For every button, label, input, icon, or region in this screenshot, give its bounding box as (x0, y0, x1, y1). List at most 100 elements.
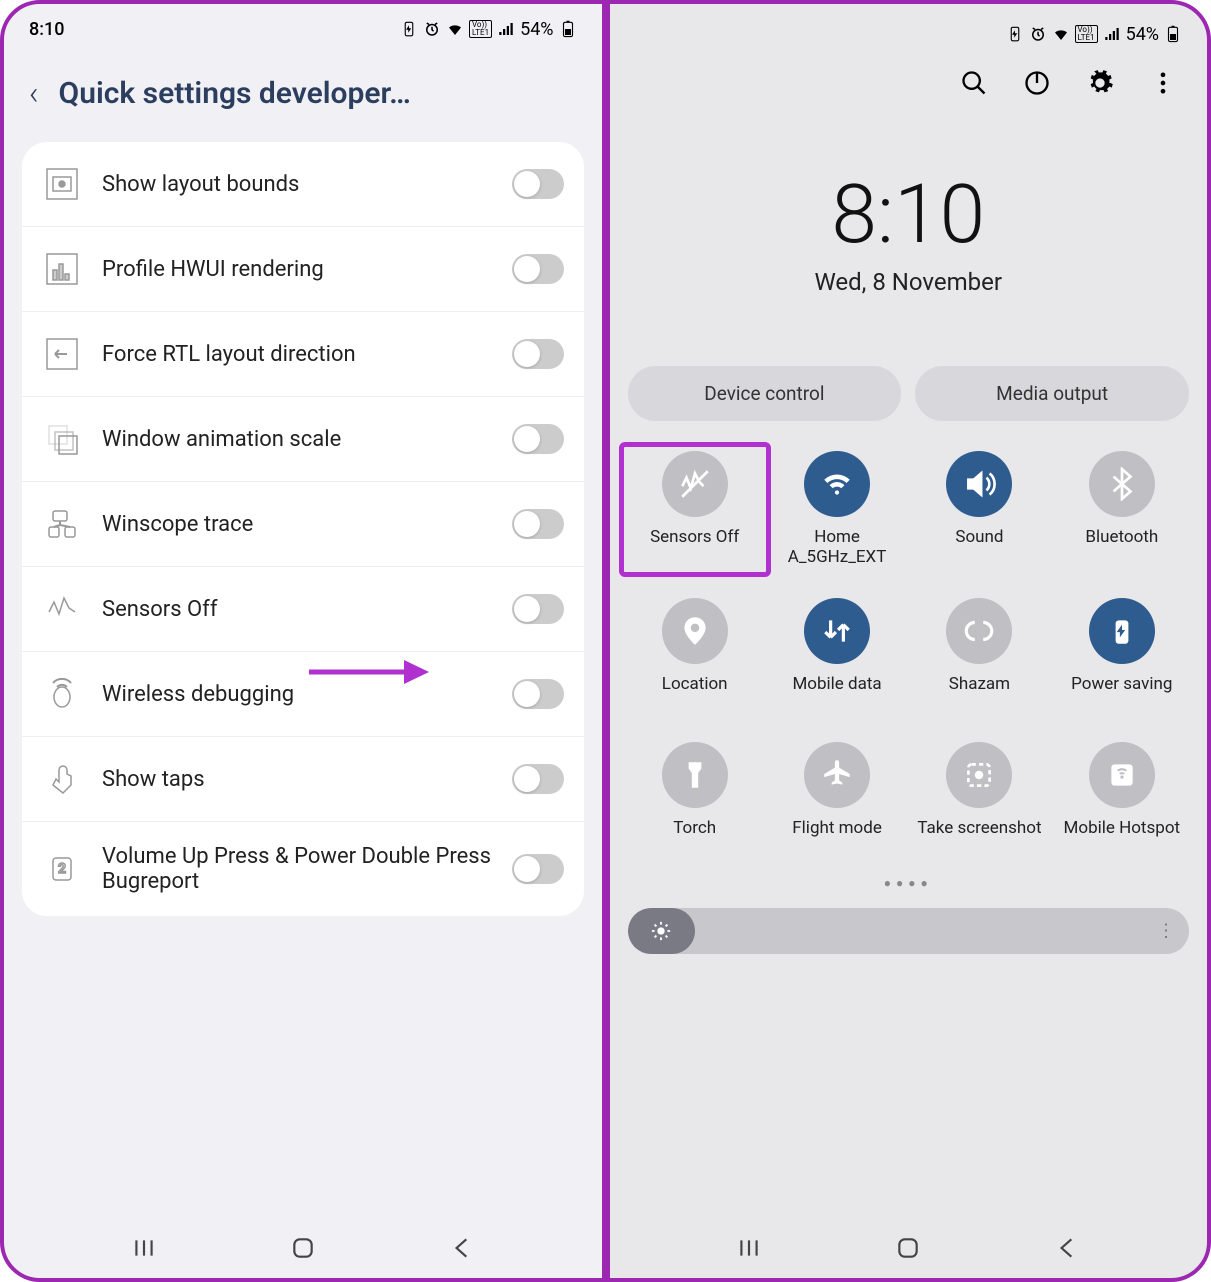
row-rtl[interactable]: Force RTL layout direction (22, 312, 584, 397)
show-taps-icon (42, 759, 82, 799)
tile-wifi[interactable]: Home A_5GHz_EXT (770, 451, 904, 568)
home-button[interactable] (895, 1235, 921, 1261)
alarm-icon (1029, 25, 1047, 43)
tile-bluetooth[interactable]: Bluetooth (1055, 451, 1189, 568)
location-icon (662, 598, 728, 664)
rtl-icon (42, 334, 82, 374)
battery-saver-icon (1006, 25, 1024, 43)
battery-percent: 54% (520, 19, 553, 40)
row-bugreport[interactable]: 2 Volume Up Press & Power Double Press B… (22, 822, 584, 916)
wireless-debug-icon (42, 674, 82, 714)
tile-sensors[interactable]: Sensors Off (619, 442, 771, 577)
bugreport-icon: 2 (42, 849, 82, 889)
toggle[interactable] (512, 169, 564, 199)
tile-torch[interactable]: Torch (628, 742, 762, 856)
toggle[interactable] (512, 854, 564, 884)
brightness-more-icon[interactable]: ⋮ (1157, 920, 1175, 941)
toggle[interactable] (512, 594, 564, 624)
qs-time: 8:10 (610, 167, 1208, 263)
alarm-icon (423, 20, 441, 38)
brightness-slider[interactable]: ⋮ (628, 908, 1190, 954)
tile-label: Mobile data (792, 674, 881, 712)
sensors-icon (42, 589, 82, 629)
status-time: 8:10 (29, 19, 64, 40)
qs-action-bar (610, 54, 1208, 127)
page-indicator: ●●●● (610, 866, 1208, 900)
battery-icon (1164, 25, 1182, 43)
row-wireless-debug[interactable]: Wireless debugging (22, 652, 584, 737)
battery-percent: 54% (1126, 24, 1159, 45)
animation-icon (42, 419, 82, 459)
pill-row: Device control Media output (610, 306, 1208, 441)
power-icon (1089, 598, 1155, 664)
wifi-icon (804, 451, 870, 517)
tile-power[interactable]: Power saving (1055, 598, 1189, 712)
tile-label: Take screenshot (917, 818, 1041, 856)
tile-label: Torch (673, 818, 716, 856)
quick-settings-panel: Vo))LTE1 54% 8:10 Wed, 8 November Device… (606, 0, 1211, 1282)
toggle[interactable] (512, 764, 564, 794)
battery-saver-icon (400, 20, 418, 38)
lte-badge: Vo))LTE1 (469, 20, 492, 38)
qs-date: Wed, 8 November (610, 268, 1208, 296)
brightness-icon (650, 920, 672, 942)
signal-icon (497, 20, 515, 38)
toggle[interactable] (512, 254, 564, 284)
tile-label: Sensors Off (650, 527, 739, 565)
row-winscope[interactable]: Winscope trace (22, 482, 584, 567)
tile-label: Flight mode (792, 818, 882, 856)
sound-icon (946, 451, 1012, 517)
qs-tiles-grid: Sensors Off Home A_5GHz_EXT Sound Bluetooth… (610, 441, 1208, 866)
hotspot-icon (1089, 742, 1155, 808)
row-sensors[interactable]: Sensors Off (22, 567, 584, 652)
tile-location[interactable]: Location (628, 598, 762, 712)
toggle[interactable] (512, 424, 564, 454)
tile-label: Mobile Hotspot (1064, 818, 1181, 856)
svg-text:2: 2 (58, 861, 66, 877)
home-button[interactable] (290, 1235, 316, 1261)
device-control-button[interactable]: Device control (628, 366, 902, 421)
bluetooth-icon (1089, 451, 1155, 517)
more-icon[interactable] (1149, 69, 1177, 97)
media-output-button[interactable]: Media output (915, 366, 1189, 421)
recents-button[interactable] (736, 1235, 762, 1261)
tile-hotspot[interactable]: Mobile Hotspot (1055, 742, 1189, 856)
row-layout-bounds[interactable]: Show layout bounds (22, 142, 584, 227)
data-icon (804, 598, 870, 664)
shazam-icon (946, 598, 1012, 664)
toggle[interactable] (512, 509, 564, 539)
row-show-taps[interactable]: Show taps (22, 737, 584, 822)
tile-sound[interactable]: Sound (912, 451, 1046, 568)
nav-bar (4, 1218, 602, 1278)
wifi-icon (446, 20, 464, 38)
toggle[interactable] (512, 339, 564, 369)
page-title: Quick settings developer… (59, 76, 411, 111)
tile-screenshot[interactable]: Take screenshot (912, 742, 1046, 856)
recents-button[interactable] (131, 1235, 157, 1261)
power-icon[interactable] (1023, 69, 1051, 97)
row-hwui[interactable]: Profile HWUI rendering (22, 227, 584, 312)
tile-label: Sound (955, 527, 1003, 565)
gear-icon[interactable] (1086, 69, 1114, 97)
tile-shazam[interactable]: Shazam (912, 598, 1046, 712)
signal-icon (1103, 25, 1121, 43)
hwui-icon (42, 249, 82, 289)
back-button[interactable]: ‹ (29, 74, 39, 112)
search-icon[interactable] (960, 69, 988, 97)
nav-bar (610, 1218, 1208, 1278)
tile-data[interactable]: Mobile data (770, 598, 904, 712)
qs-clock: 8:10 Wed, 8 November (610, 167, 1208, 296)
settings-list: Show layout bounds Profile HWUI renderin… (22, 142, 584, 916)
torch-icon (662, 742, 728, 808)
tile-label: Home A_5GHz_EXT (770, 527, 904, 568)
back-nav-button[interactable] (449, 1235, 475, 1261)
tile-label: Power saving (1071, 674, 1172, 712)
toggle[interactable] (512, 679, 564, 709)
tile-flight[interactable]: Flight mode (770, 742, 904, 856)
status-bar: Vo))LTE1 54% (610, 4, 1208, 54)
row-animation[interactable]: Window animation scale (22, 397, 584, 482)
back-nav-button[interactable] (1054, 1235, 1080, 1261)
settings-screen: 8:10 Vo))LTE1 54% ‹ Quick settings devel… (0, 0, 606, 1282)
flight-icon (804, 742, 870, 808)
page-header: ‹ Quick settings developer… (4, 54, 602, 142)
